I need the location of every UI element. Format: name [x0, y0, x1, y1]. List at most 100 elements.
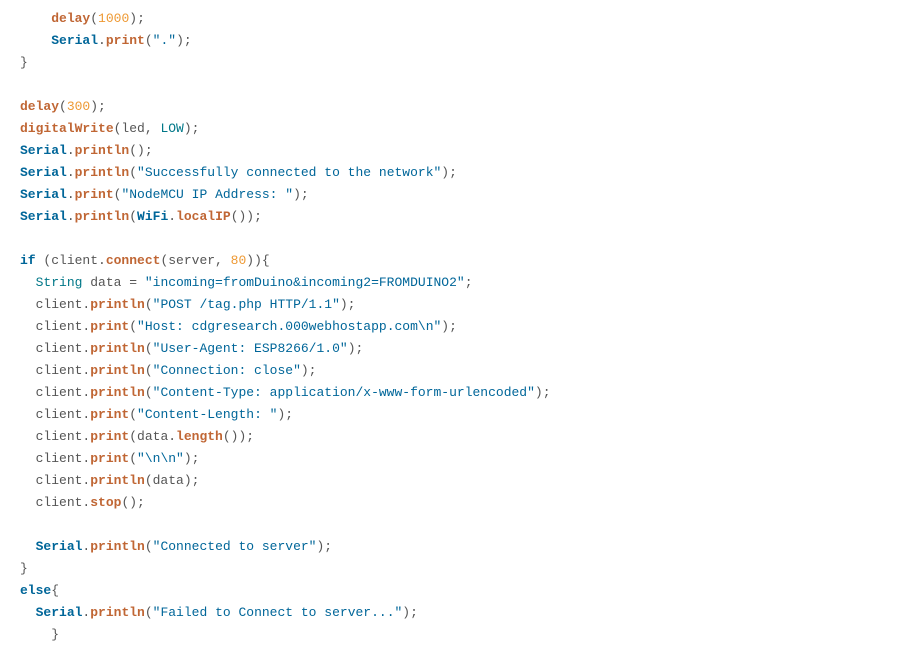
code-token: (led, [114, 121, 161, 136]
code-line: client.print(data.length()); [20, 426, 903, 448]
code-token: (); [121, 495, 144, 510]
code-token: println [90, 297, 145, 312]
code-line: else{ [20, 580, 903, 602]
code-token: ); [301, 363, 317, 378]
code-token: ( [59, 99, 67, 114]
code-token: "Host: cdgresearch.000webhostapp.com\n" [137, 319, 441, 334]
code-token: println [90, 341, 145, 356]
code-token: client. [36, 363, 91, 378]
code-token: Serial [20, 165, 67, 180]
code-token: ( [129, 407, 137, 422]
code-token: . [67, 143, 75, 158]
code-token: print [75, 187, 114, 202]
code-token: Serial [20, 209, 67, 224]
code-token: } [51, 627, 59, 642]
code-token: ( [145, 341, 153, 356]
code-line: if (client.connect(server, 80)){ [20, 250, 903, 272]
code-token: LOW [160, 121, 183, 136]
code-line: Serial.println(WiFi.localIP()); [20, 206, 903, 228]
code-token: ); [129, 11, 145, 26]
code-token: print [90, 429, 129, 444]
code-token: client. [36, 429, 91, 444]
code-token: (data); [145, 473, 200, 488]
code-line: client.stop(); [20, 492, 903, 514]
code-token: stop [90, 495, 121, 510]
code-line: Serial.println(); [20, 140, 903, 162]
code-token: . [67, 209, 75, 224]
code-token: print [90, 451, 129, 466]
code-line: client.println("Content-Type: applicatio… [20, 382, 903, 404]
code-line: } [20, 624, 903, 646]
code-token: print [106, 33, 145, 48]
code-token: "Failed to Connect to server..." [153, 605, 403, 620]
code-token: println [90, 605, 145, 620]
code-token: localIP [176, 209, 231, 224]
code-line: } [20, 52, 903, 74]
code-token: (); [129, 143, 152, 158]
code-line: digitalWrite(led, LOW); [20, 118, 903, 140]
code-token: println [90, 473, 145, 488]
code-token: "Content-Type: application/x-www-form-ur… [153, 385, 535, 400]
code-token: ( [129, 209, 137, 224]
code-token: ); [293, 187, 309, 202]
code-token: Serial [20, 143, 67, 158]
code-line: Serial.println("Successfully connected t… [20, 162, 903, 184]
code-token: ; [465, 275, 473, 290]
code-line: client.print("Content-Length: "); [20, 404, 903, 426]
code-token: Serial [51, 33, 98, 48]
code-token: "\n\n" [137, 451, 184, 466]
code-line: Serial.print("NodeMCU IP Address: "); [20, 184, 903, 206]
code-token: print [90, 407, 129, 422]
code-token: length [176, 429, 223, 444]
code-token: data = [82, 275, 144, 290]
code-token: (data. [129, 429, 176, 444]
code-token: else [20, 583, 51, 598]
code-token: ( [129, 319, 137, 334]
code-line: Serial.print("."); [20, 30, 903, 52]
code-token: (client. [36, 253, 106, 268]
code-token: ); [348, 341, 364, 356]
code-token: ); [277, 407, 293, 422]
code-token: . [98, 33, 106, 48]
code-token: println [75, 143, 130, 158]
code-token: ); [441, 165, 457, 180]
code-token: 80 [231, 253, 247, 268]
code-token: Serial [20, 187, 67, 202]
code-token: . [168, 209, 176, 224]
code-token: ( [145, 539, 153, 554]
code-line: client.print("\n\n"); [20, 448, 903, 470]
code-token: ); [90, 99, 106, 114]
code-token: "Connected to server" [153, 539, 317, 554]
code-token: . [67, 165, 75, 180]
code-token: connect [106, 253, 161, 268]
code-token: "POST /tag.php HTTP/1.1" [153, 297, 340, 312]
code-token: ( [129, 451, 137, 466]
code-token: } [20, 561, 28, 576]
code-token: ); [441, 319, 457, 334]
code-token: ()); [223, 429, 254, 444]
code-token: ( [145, 363, 153, 378]
code-line: delay(300); [20, 96, 903, 118]
code-token: client. [36, 341, 91, 356]
code-token: { [51, 583, 59, 598]
code-token: delay [51, 11, 90, 26]
code-token: ( [129, 165, 137, 180]
code-token: ( [145, 33, 153, 48]
code-line [20, 74, 903, 96]
code-token: println [75, 209, 130, 224]
code-token: ( [145, 605, 153, 620]
code-token: println [75, 165, 130, 180]
code-token: if [20, 253, 36, 268]
code-token: "Successfully connected to the network" [137, 165, 441, 180]
code-token: ( [145, 297, 153, 312]
code-token: println [90, 363, 145, 378]
code-token: delay [20, 99, 59, 114]
code-line: Serial.println("Failed to Connect to ser… [20, 602, 903, 624]
code-token: ); [535, 385, 551, 400]
code-token: 1000 [98, 11, 129, 26]
code-token: client. [36, 407, 91, 422]
code-line: client.println(data); [20, 470, 903, 492]
code-token: ); [184, 121, 200, 136]
code-token: } [20, 55, 28, 70]
code-token: "NodeMCU IP Address: " [121, 187, 293, 202]
